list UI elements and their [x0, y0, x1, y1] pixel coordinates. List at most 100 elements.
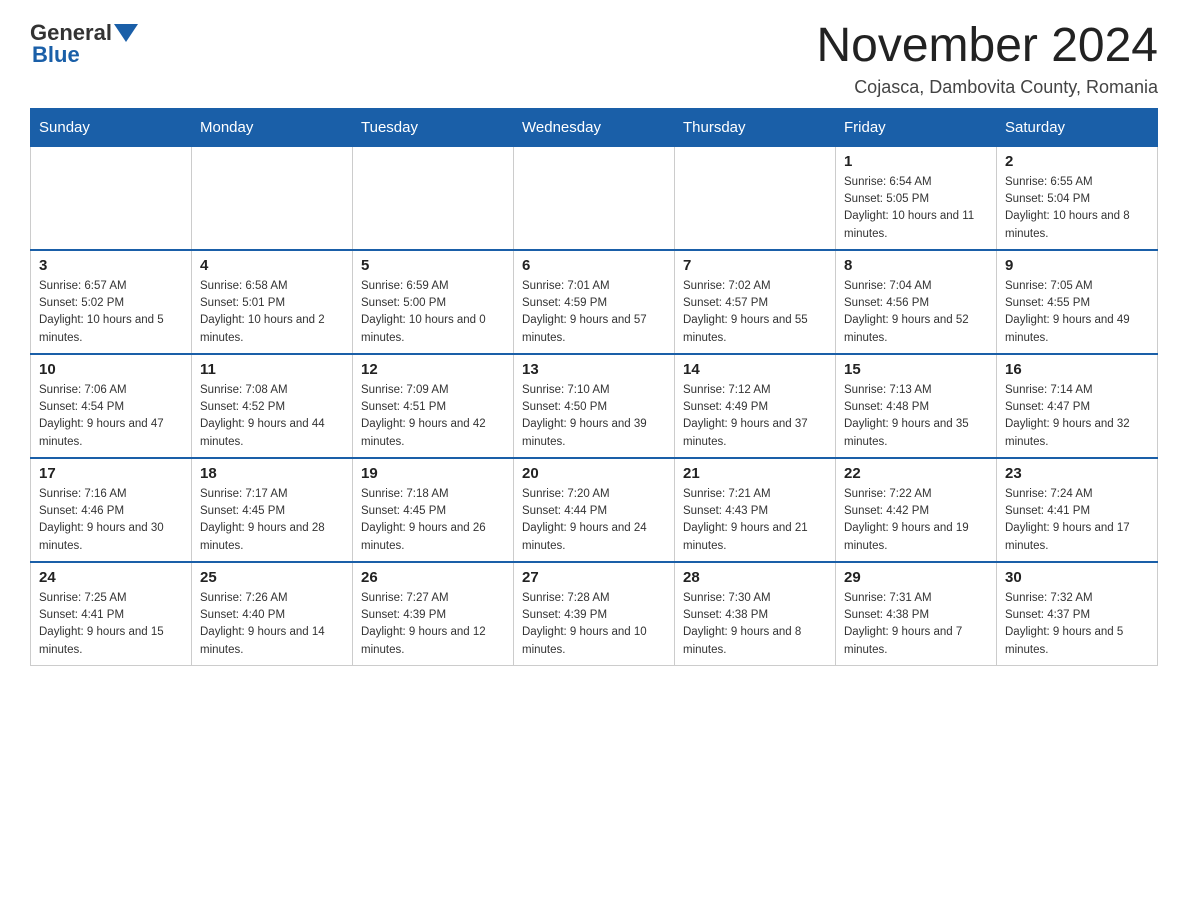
- day-number: 19: [361, 465, 505, 482]
- day-info: Sunrise: 7:09 AM Sunset: 4:51 PM Dayligh…: [361, 382, 505, 451]
- main-title: November 2024: [816, 20, 1158, 73]
- day-number: 2: [1005, 153, 1149, 170]
- day-info: Sunrise: 7:24 AM Sunset: 4:41 PM Dayligh…: [1005, 486, 1149, 555]
- day-info: Sunrise: 7:28 AM Sunset: 4:39 PM Dayligh…: [522, 590, 666, 659]
- day-number: 16: [1005, 361, 1149, 378]
- day-number: 1: [844, 153, 988, 170]
- calendar-week-row: 3 Sunrise: 6:57 AM Sunset: 5:02 PM Daylig…: [31, 250, 1158, 354]
- calendar-cell: 22 Sunrise: 7:22 AM Sunset: 4:42 PM Dayli…: [836, 458, 997, 562]
- weekday-header-tuesday: Tuesday: [353, 108, 514, 146]
- calendar-cell: 8 Sunrise: 7:04 AM Sunset: 4:56 PM Daylig…: [836, 250, 997, 354]
- calendar-header-row: SundayMondayTuesdayWednesdayThursdayFrid…: [31, 108, 1158, 146]
- day-info: Sunrise: 7:26 AM Sunset: 4:40 PM Dayligh…: [200, 590, 344, 659]
- day-number: 21: [683, 465, 827, 482]
- day-info: Sunrise: 7:25 AM Sunset: 4:41 PM Dayligh…: [39, 590, 183, 659]
- calendar-cell: 19 Sunrise: 7:18 AM Sunset: 4:45 PM Dayli…: [353, 458, 514, 562]
- calendar-cell: [514, 146, 675, 250]
- calendar-cell: 23 Sunrise: 7:24 AM Sunset: 4:41 PM Dayli…: [997, 458, 1158, 562]
- day-info: Sunrise: 7:01 AM Sunset: 4:59 PM Dayligh…: [522, 278, 666, 347]
- day-number: 28: [683, 569, 827, 586]
- day-info: Sunrise: 7:04 AM Sunset: 4:56 PM Dayligh…: [844, 278, 988, 347]
- day-info: Sunrise: 7:22 AM Sunset: 4:42 PM Dayligh…: [844, 486, 988, 555]
- calendar-cell: 11 Sunrise: 7:08 AM Sunset: 4:52 PM Dayli…: [192, 354, 353, 458]
- day-number: 27: [522, 569, 666, 586]
- calendar-cell: 16 Sunrise: 7:14 AM Sunset: 4:47 PM Dayli…: [997, 354, 1158, 458]
- day-number: 29: [844, 569, 988, 586]
- day-number: 30: [1005, 569, 1149, 586]
- calendar-cell: 25 Sunrise: 7:26 AM Sunset: 4:40 PM Dayli…: [192, 562, 353, 666]
- calendar-cell: 17 Sunrise: 7:16 AM Sunset: 4:46 PM Dayli…: [31, 458, 192, 562]
- day-number: 17: [39, 465, 183, 482]
- day-number: 8: [844, 257, 988, 274]
- weekday-header-sunday: Sunday: [31, 108, 192, 146]
- day-number: 13: [522, 361, 666, 378]
- calendar-cell: 3 Sunrise: 6:57 AM Sunset: 5:02 PM Daylig…: [31, 250, 192, 354]
- calendar-week-row: 24 Sunrise: 7:25 AM Sunset: 4:41 PM Dayli…: [31, 562, 1158, 666]
- day-info: Sunrise: 7:17 AM Sunset: 4:45 PM Dayligh…: [200, 486, 344, 555]
- day-info: Sunrise: 7:10 AM Sunset: 4:50 PM Dayligh…: [522, 382, 666, 451]
- calendar-cell: 4Sunrise: 6:58 AM Sunset: 5:01 PM Daylig…: [192, 250, 353, 354]
- day-info: Sunrise: 7:05 AM Sunset: 4:55 PM Dayligh…: [1005, 278, 1149, 347]
- calendar-cell: 7 Sunrise: 7:02 AM Sunset: 4:57 PM Daylig…: [675, 250, 836, 354]
- day-number: 15: [844, 361, 988, 378]
- calendar-cell: 30 Sunrise: 7:32 AM Sunset: 4:37 PM Dayli…: [997, 562, 1158, 666]
- day-number: 26: [361, 569, 505, 586]
- logo: General Blue: [30, 20, 140, 68]
- day-info: Sunrise: 7:18 AM Sunset: 4:45 PM Dayligh…: [361, 486, 505, 555]
- weekday-header-wednesday: Wednesday: [514, 108, 675, 146]
- calendar-cell: [31, 146, 192, 250]
- calendar-cell: 20 Sunrise: 7:20 AM Sunset: 4:44 PM Dayli…: [514, 458, 675, 562]
- calendar-cell: 27 Sunrise: 7:28 AM Sunset: 4:39 PM Dayli…: [514, 562, 675, 666]
- subtitle: Cojasca, Dambovita County, Romania: [816, 77, 1158, 98]
- day-info: Sunrise: 7:13 AM Sunset: 4:48 PM Dayligh…: [844, 382, 988, 451]
- title-block: November 2024 Cojasca, Dambovita County,…: [816, 20, 1158, 98]
- day-number: 4: [200, 257, 344, 274]
- day-number: 3: [39, 257, 183, 274]
- day-info: Sunrise: 6:57 AM Sunset: 5:02 PM Dayligh…: [39, 278, 183, 347]
- day-info: Sunrise: 7:16 AM Sunset: 4:46 PM Dayligh…: [39, 486, 183, 555]
- day-number: 25: [200, 569, 344, 586]
- day-info: Sunrise: 7:32 AM Sunset: 4:37 PM Dayligh…: [1005, 590, 1149, 659]
- day-number: 7: [683, 257, 827, 274]
- day-number: 5: [361, 257, 505, 274]
- calendar-cell: 6 Sunrise: 7:01 AM Sunset: 4:59 PM Daylig…: [514, 250, 675, 354]
- logo-triangle-icon: [114, 24, 138, 42]
- calendar-cell: 24 Sunrise: 7:25 AM Sunset: 4:41 PM Dayli…: [31, 562, 192, 666]
- calendar-cell: 1 Sunrise: 6:54 AM Sunset: 5:05 PM Daylig…: [836, 146, 997, 250]
- day-number: 6: [522, 257, 666, 274]
- day-number: 14: [683, 361, 827, 378]
- day-number: 23: [1005, 465, 1149, 482]
- weekday-header-friday: Friday: [836, 108, 997, 146]
- day-info: Sunrise: 7:08 AM Sunset: 4:52 PM Dayligh…: [200, 382, 344, 451]
- calendar-cell: 5Sunrise: 6:59 AM Sunset: 5:00 PM Daylig…: [353, 250, 514, 354]
- calendar-cell: [675, 146, 836, 250]
- page-header: General Blue November 2024 Cojasca, Damb…: [30, 20, 1158, 98]
- day-info: Sunrise: 7:02 AM Sunset: 4:57 PM Dayligh…: [683, 278, 827, 347]
- logo-blue-text: Blue: [32, 42, 80, 67]
- day-number: 9: [1005, 257, 1149, 274]
- calendar-cell: 28 Sunrise: 7:30 AM Sunset: 4:38 PM Dayli…: [675, 562, 836, 666]
- calendar-cell: 13 Sunrise: 7:10 AM Sunset: 4:50 PM Dayli…: [514, 354, 675, 458]
- calendar-cell: 15 Sunrise: 7:13 AM Sunset: 4:48 PM Dayli…: [836, 354, 997, 458]
- day-info: Sunrise: 7:20 AM Sunset: 4:44 PM Dayligh…: [522, 486, 666, 555]
- calendar-cell: 9 Sunrise: 7:05 AM Sunset: 4:55 PM Daylig…: [997, 250, 1158, 354]
- day-number: 10: [39, 361, 183, 378]
- day-info: Sunrise: 6:54 AM Sunset: 5:05 PM Dayligh…: [844, 174, 988, 243]
- day-info: Sunrise: 7:27 AM Sunset: 4:39 PM Dayligh…: [361, 590, 505, 659]
- day-info: Sunrise: 7:12 AM Sunset: 4:49 PM Dayligh…: [683, 382, 827, 451]
- day-number: 11: [200, 361, 344, 378]
- day-number: 20: [522, 465, 666, 482]
- calendar-cell: 14 Sunrise: 7:12 AM Sunset: 4:49 PM Dayli…: [675, 354, 836, 458]
- day-number: 22: [844, 465, 988, 482]
- calendar-week-row: 17 Sunrise: 7:16 AM Sunset: 4:46 PM Dayli…: [31, 458, 1158, 562]
- weekday-header-thursday: Thursday: [675, 108, 836, 146]
- day-info: Sunrise: 7:30 AM Sunset: 4:38 PM Dayligh…: [683, 590, 827, 659]
- day-number: 18: [200, 465, 344, 482]
- calendar-cell: [353, 146, 514, 250]
- calendar-cell: 2Sunrise: 6:55 AM Sunset: 5:04 PM Daylig…: [997, 146, 1158, 250]
- day-info: Sunrise: 7:21 AM Sunset: 4:43 PM Dayligh…: [683, 486, 827, 555]
- day-number: 24: [39, 569, 183, 586]
- calendar-table: SundayMondayTuesdayWednesdayThursdayFrid…: [30, 108, 1158, 666]
- day-info: Sunrise: 7:14 AM Sunset: 4:47 PM Dayligh…: [1005, 382, 1149, 451]
- calendar-cell: 21 Sunrise: 7:21 AM Sunset: 4:43 PM Dayli…: [675, 458, 836, 562]
